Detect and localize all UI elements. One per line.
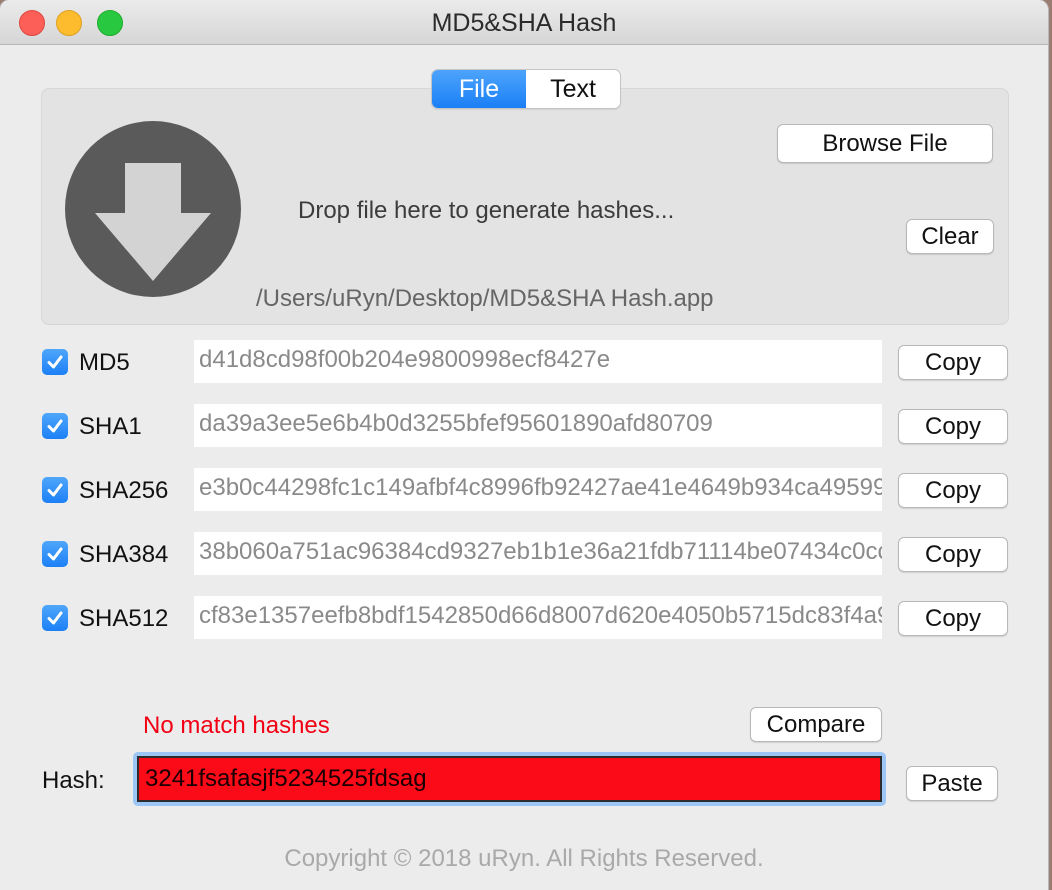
download-arrow-icon [65, 121, 241, 297]
selected-file-path: /Users/uRyn/Desktop/MD5&SHA Hash.app [256, 285, 714, 312]
sha256-copy-button[interactable]: Copy [898, 473, 1008, 508]
app-window: MD5&SHA Hash File Text Drop file here to… [0, 0, 1048, 890]
sha256-hash-field[interactable]: e3b0c44298fc1c149afbf4c8996fb92427ae41e4… [194, 468, 882, 511]
mode-segmented-control: File Text [431, 69, 621, 109]
sha1-label: SHA1 [79, 413, 142, 440]
sha512-label: SHA512 [79, 605, 169, 632]
sha384-copy-button[interactable]: Copy [898, 537, 1008, 572]
sha256-label: SHA256 [79, 477, 169, 504]
sha384-label: SHA384 [79, 541, 169, 568]
checkmark-icon [47, 547, 63, 561]
checkmark-icon [47, 483, 63, 497]
checkmark-icon [47, 419, 63, 433]
sha1-copy-button[interactable]: Copy [898, 409, 1008, 444]
copyright-text: Copyright © 2018 uRyn. All Rights Reserv… [284, 845, 764, 872]
title-bar: MD5&SHA Hash [0, 0, 1048, 45]
tab-text[interactable]: Text [526, 70, 620, 108]
sha1-checkbox[interactable] [42, 413, 68, 439]
md5-label: MD5 [79, 349, 130, 376]
checkmark-icon [47, 611, 63, 625]
sha512-checkbox[interactable] [42, 605, 68, 631]
tab-file[interactable]: File [432, 70, 526, 108]
sha1-hash-field[interactable]: da39a3ee5e6b4b0d3255bfef95601890afd80709 [194, 404, 882, 447]
md5-checkbox[interactable] [42, 349, 68, 375]
sha384-hash-field[interactable]: 38b060a751ac96384cd9327eb1b1e36a21fdb711… [194, 532, 882, 575]
sha256-checkbox[interactable] [42, 477, 68, 503]
md5-hash-field[interactable]: d41d8cd98f00b204e9800998ecf8427e [194, 340, 882, 383]
hash-input-label: Hash: [42, 767, 105, 794]
md5-copy-button[interactable]: Copy [898, 345, 1008, 380]
paste-button[interactable]: Paste [906, 766, 998, 801]
compare-button[interactable]: Compare [750, 707, 882, 742]
browse-file-button[interactable]: Browse File [777, 124, 993, 163]
sha512-hash-field[interactable]: cf83e1357eefb8bdf1542850d66d8007d620e405… [194, 596, 882, 639]
clear-button[interactable]: Clear [906, 219, 994, 254]
window-title: MD5&SHA Hash [431, 9, 617, 37]
hash-input-focus-ring [133, 752, 886, 806]
checkmark-icon [47, 355, 63, 369]
sha512-copy-button[interactable]: Copy [898, 601, 1008, 636]
compare-status-text: No match hashes [143, 712, 330, 739]
drop-prompt: Drop file here to generate hashes... [298, 197, 675, 224]
sha384-checkbox[interactable] [42, 541, 68, 567]
hash-input[interactable] [137, 756, 882, 802]
